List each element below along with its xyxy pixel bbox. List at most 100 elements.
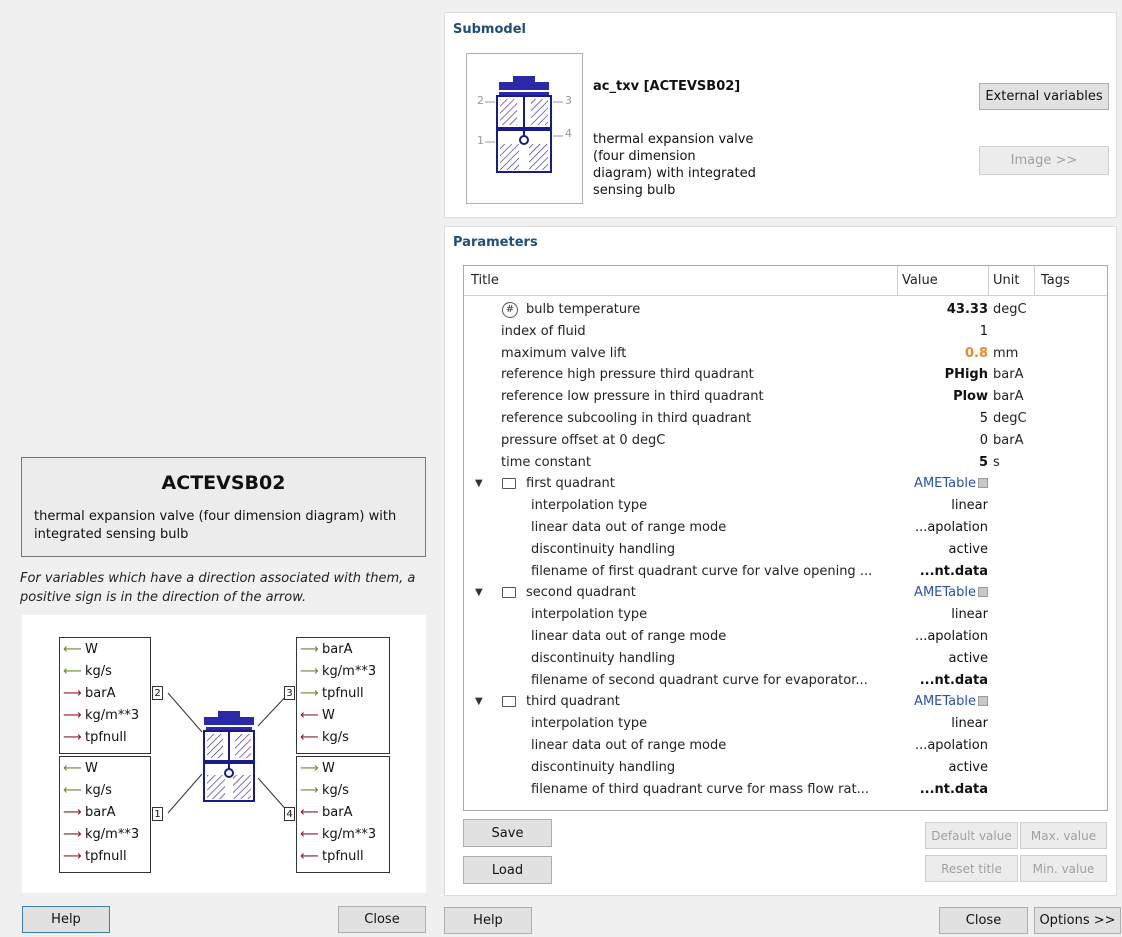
param-value[interactable]: 0.8 <box>965 343 988 365</box>
param-value-text: active <box>948 650 988 666</box>
parameter-row[interactable]: discontinuity handling active <box>464 539 1107 561</box>
param-value[interactable]: AMETable <box>914 473 988 495</box>
parameter-row[interactable]: reference low pressure in third quadrant… <box>464 386 1107 408</box>
parameter-row[interactable]: reference high pressure third quadrant PH… <box>464 364 1107 386</box>
param-value[interactable]: linear <box>951 495 988 517</box>
param-value[interactable]: linear <box>951 604 988 626</box>
port-var-label: barA <box>322 642 353 657</box>
desc-line: thermal expansion valve <box>593 132 754 147</box>
param-value[interactable]: active <box>948 757 988 779</box>
max-value-button[interactable]: Max. value <box>1020 822 1107 849</box>
parameter-row[interactable]: index of fluid 1 <box>464 321 1107 343</box>
left-close-button[interactable]: Close <box>338 906 426 933</box>
expand-arrow-icon[interactable]: ▼ <box>475 691 483 713</box>
parameter-row[interactable]: time constant 5 s <box>464 452 1107 474</box>
param-unit: barA <box>993 367 1024 383</box>
parameter-row[interactable]: filename of second quadrant curve for ev… <box>464 670 1107 692</box>
table-icon[interactable] <box>978 478 988 489</box>
left-help-button[interactable]: Help <box>22 906 110 933</box>
parameter-group-row[interactable]: ▼ third quadrant AMETable <box>464 691 1107 713</box>
parameter-row[interactable]: filename of first quadrant curve for val… <box>464 561 1107 583</box>
param-value[interactable]: ...apolation <box>915 517 988 539</box>
param-value[interactable]: 5 <box>980 408 988 430</box>
parameters-table[interactable]: Title Value Unit Tags # bulb temperature 4… <box>463 265 1108 811</box>
arrow-right-icon: ⟶ <box>63 730 82 745</box>
port-1-box: ⟵ W ⟵ kg/s ⟶ barA ⟶ kg/m**3 ⟶ tpfnull <box>59 756 151 873</box>
param-value[interactable]: 5 <box>979 452 988 474</box>
load-button[interactable]: Load <box>463 856 552 884</box>
param-value-text: AMETable <box>914 585 976 601</box>
param-value[interactable]: active <box>948 648 988 670</box>
header-unit[interactable]: Unit <box>993 266 1019 295</box>
param-title: linear data out of range mode <box>531 520 727 535</box>
save-button[interactable]: Save <box>463 819 552 847</box>
param-value[interactable]: ...apolation <box>915 735 988 757</box>
image-button[interactable]: Image >> <box>979 146 1109 175</box>
param-title: bulb temperature <box>526 302 641 317</box>
parameter-row[interactable]: interpolation type linear <box>464 495 1107 517</box>
port-number-3: 3 <box>284 686 295 700</box>
parameter-row[interactable]: interpolation type linear <box>464 604 1107 626</box>
parameter-row[interactable]: # bulb temperature 43.33 degC <box>464 299 1107 321</box>
param-value[interactable]: ...nt.data <box>920 670 988 692</box>
parameter-group-row[interactable]: ▼ second quadrant AMETable <box>464 582 1107 604</box>
param-title: maximum valve lift <box>501 345 627 361</box>
param-value[interactable]: ...nt.data <box>920 561 988 583</box>
port-var-label: tpfnull <box>322 686 364 701</box>
param-value[interactable]: ...nt.data <box>920 779 988 801</box>
port-var-label: tpfnull <box>85 849 127 864</box>
param-title: reference subcooling in third quadrant <box>501 411 752 426</box>
port-var-label: tpfnull <box>322 849 364 864</box>
close-button[interactable]: Close <box>939 907 1028 934</box>
param-value[interactable]: active <box>948 539 988 561</box>
header-title[interactable]: Title <box>471 266 891 295</box>
param-value[interactable]: linear <box>951 713 988 735</box>
port-var-label: kg/m**3 <box>85 708 140 723</box>
param-value-text: ...nt.data <box>919 781 988 797</box>
parameter-row[interactable]: reference subcooling in third quadrant 5 d… <box>464 408 1107 430</box>
arrow-right-icon: ⟶ <box>63 708 82 723</box>
header-value[interactable]: Value <box>902 266 938 295</box>
param-value-text: AMETable <box>914 694 976 710</box>
param-value-text: linear <box>951 716 988 732</box>
param-value[interactable]: Plow <box>953 386 988 408</box>
default-value-button[interactable]: Default value <box>925 822 1018 849</box>
parameter-row[interactable]: filename of third quadrant curve for mas… <box>464 779 1107 801</box>
param-value-text: PHigh <box>944 367 988 383</box>
param-value[interactable]: AMETable <box>914 691 988 713</box>
param-value[interactable]: AMETable <box>914 582 988 604</box>
options-button[interactable]: Options >> <box>1034 907 1121 934</box>
parameter-group-row[interactable]: ▼ first quadrant AMETable <box>464 473 1107 495</box>
table-icon[interactable] <box>978 696 988 707</box>
expand-arrow-icon[interactable]: ▼ <box>475 473 483 495</box>
expand-arrow-icon[interactable]: ▼ <box>475 582 483 604</box>
param-value[interactable]: PHigh <box>945 364 988 386</box>
parameter-row[interactable]: maximum valve lift 0.8 mm <box>464 343 1107 365</box>
min-value-button[interactable]: Min. value <box>1020 855 1107 882</box>
param-value[interactable]: 43.33 <box>947 299 988 321</box>
help-button[interactable]: Help <box>444 907 532 934</box>
param-value-text: linear <box>951 498 988 514</box>
param-value[interactable]: ...apolation <box>915 626 988 648</box>
external-variables-button[interactable]: External variables <box>979 83 1109 110</box>
reset-title-button[interactable]: Reset title <box>925 855 1018 882</box>
parameter-row[interactable]: pressure offset at 0 degC 0 barA <box>464 430 1107 452</box>
parameter-row[interactable]: discontinuity handling active <box>464 648 1107 670</box>
arrow-right-icon: ⟶ <box>300 686 319 701</box>
param-value[interactable]: 0 <box>980 430 988 452</box>
parameter-row[interactable]: linear data out of range mode ...apolatio… <box>464 517 1107 539</box>
port-var-label: barA <box>322 805 353 820</box>
parameter-row[interactable]: linear data out of range mode ...apolatio… <box>464 735 1107 757</box>
desc-line: diagram) with integrated <box>593 166 756 181</box>
param-unit: s <box>993 454 1000 470</box>
table-icon[interactable] <box>978 587 988 598</box>
header-tags[interactable]: Tags <box>1041 266 1070 295</box>
param-value[interactable]: 1 <box>980 321 988 343</box>
parameter-row[interactable]: discontinuity handling active <box>464 757 1107 779</box>
arrow-left-icon: ⟵ <box>63 642 82 657</box>
port-var-label: kg/s <box>85 664 112 679</box>
param-value-text: linear <box>951 607 988 623</box>
param-value-text: active <box>948 759 988 775</box>
parameter-row[interactable]: linear data out of range mode ...apolatio… <box>464 626 1107 648</box>
parameter-row[interactable]: interpolation type linear <box>464 713 1107 735</box>
